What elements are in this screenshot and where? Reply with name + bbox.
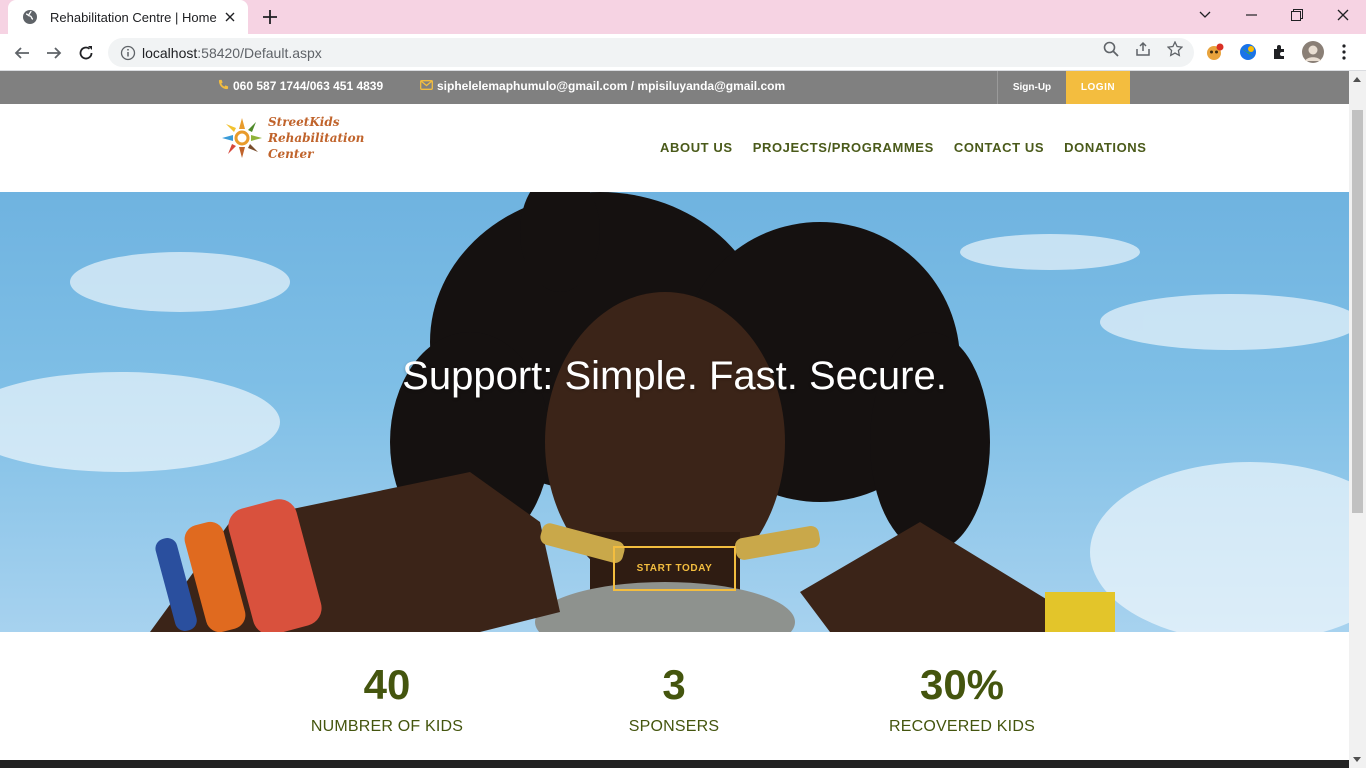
logo-line-3: Center — [268, 147, 314, 161]
stat-kids: 40 NUMBRER OF KIDS — [257, 660, 517, 736]
stat-sponsors-label: SPONSERS — [628, 718, 720, 735]
share-icon[interactable] — [1134, 40, 1152, 58]
contact-info-bar: 060 587 1744/063 451 4839 siphelelemaphu… — [0, 71, 1349, 104]
stat-kids-label: NUMBRER OF KIDS — [310, 718, 464, 735]
site-header: StreetKids Rehabilitation Center ABOUT U… — [0, 104, 1349, 192]
browser-toolbar: localhost:58420/Default.aspx — [0, 34, 1366, 71]
page-scrollbar[interactable] — [1349, 71, 1366, 768]
extension-globe-icon[interactable] — [1238, 42, 1258, 62]
page-viewport: 060 587 1744/063 451 4839 siphelelemaphu… — [0, 71, 1349, 768]
browser-tab-strip: Rehabilitation Centre | Home — [0, 0, 1366, 34]
hero-headline: Support: Simple. Fast. Secure. — [402, 354, 947, 398]
stat-recovered-label: RECOVERED KIDS — [889, 718, 1035, 735]
tab-title: Rehabilitation Centre | Home — [50, 9, 217, 25]
browser-tab-active[interactable]: Rehabilitation Centre | Home — [8, 0, 248, 34]
login-button[interactable]: LOGIN — [1066, 71, 1130, 104]
logo-emblem-icon — [222, 118, 262, 158]
address-bar[interactable]: localhost:58420/Default.aspx — [108, 38, 1194, 67]
logo-text: StreetKids Rehabilitation Center — [268, 114, 364, 162]
url-text: localhost:58420/Default.aspx — [142, 45, 322, 61]
hero-banner: Support: Simple. Fast. Secure. START TOD… — [0, 192, 1349, 632]
envelope-icon — [420, 79, 433, 93]
close-window-button[interactable] — [1320, 0, 1366, 30]
url-path: :58420/Default.aspx — [197, 44, 322, 61]
logo-line-1: StreetKids — [268, 115, 340, 129]
bookmark-star-icon[interactable] — [1166, 40, 1184, 58]
browser-menu-icon[interactable] — [1334, 42, 1354, 62]
stat-kids-value: 40 — [363, 661, 411, 708]
site-logo[interactable]: StreetKids Rehabilitation Center — [218, 112, 368, 164]
stat-sponsors-value: 3 — [662, 661, 686, 708]
scrollbar-thumb[interactable] — [1352, 110, 1363, 513]
stat-sponsors: 3 SPONSERS — [544, 660, 804, 736]
info-icon[interactable] — [120, 45, 136, 61]
nav-donations[interactable]: DONATIONS — [1064, 140, 1146, 155]
minimize-button[interactable] — [1228, 0, 1274, 30]
extensions-puzzle-icon[interactable] — [1270, 42, 1290, 62]
stat-recovered-value: 30% — [919, 661, 1005, 708]
scroll-down-arrow-icon[interactable] — [1353, 757, 1361, 762]
email-addresses: siphelelemaphumulo@gmail.com / mpisiluya… — [437, 79, 786, 93]
new-tab-button[interactable] — [259, 6, 281, 28]
profile-avatar[interactable] — [1301, 40, 1325, 64]
zoom-icon[interactable] — [1102, 40, 1120, 58]
forward-button[interactable] — [40, 39, 68, 67]
phone-numbers: 060 587 1744/063 451 4839 — [233, 79, 384, 93]
nav-projects-programmes[interactable]: PROJECTS/PROGRAMMES — [753, 140, 934, 155]
phone-contact: 060 587 1744/063 451 4839 — [218, 79, 383, 93]
footer-edge — [0, 760, 1349, 768]
main-nav: ABOUT US PROJECTS/PROGRAMMES CONTACT US … — [660, 140, 1147, 155]
nav-about-us[interactable]: ABOUT US — [660, 140, 733, 155]
signup-button[interactable]: Sign-Up — [997, 71, 1066, 104]
email-contact: siphelelemaphumulo@gmail.com / mpisiluya… — [420, 79, 785, 93]
reload-button[interactable] — [72, 39, 100, 67]
url-host: localhost — [142, 44, 198, 61]
start-today-button[interactable]: START TODAY — [613, 546, 736, 591]
extension-fox-icon[interactable] — [1205, 42, 1225, 62]
globe-icon — [22, 9, 38, 25]
phone-icon — [218, 79, 229, 93]
nav-contact-us[interactable]: CONTACT US — [954, 140, 1044, 155]
tab-search-icon[interactable] — [1182, 0, 1228, 30]
close-tab-icon[interactable] — [222, 9, 238, 25]
stat-recovered: 30% RECOVERED KIDS — [832, 660, 1092, 736]
restore-button[interactable] — [1274, 0, 1320, 30]
back-button[interactable] — [8, 39, 36, 67]
stats-section: 40 NUMBRER OF KIDS 3 SPONSERS 30% RECOVE… — [0, 632, 1349, 762]
logo-line-2: Rehabilitation — [268, 131, 365, 145]
scroll-up-arrow-icon[interactable] — [1353, 77, 1361, 82]
